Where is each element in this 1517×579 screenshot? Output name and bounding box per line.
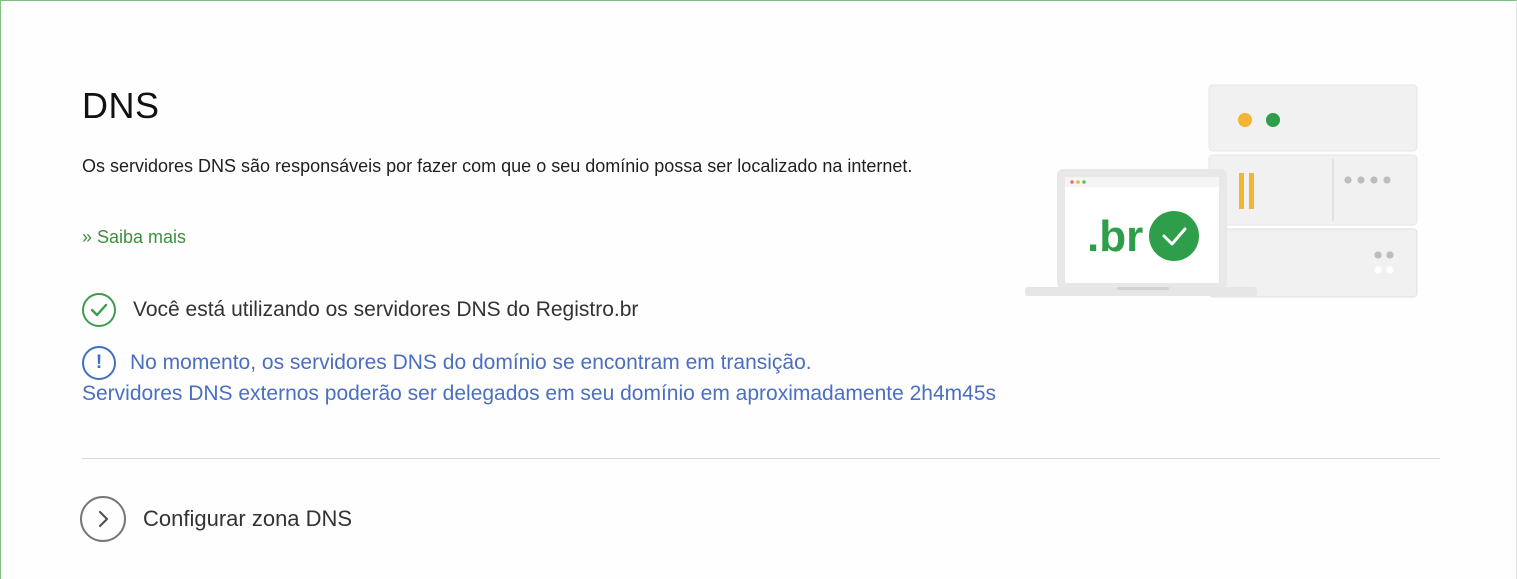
- br-screen-label: .br: [1087, 212, 1143, 261]
- learn-more-link[interactable]: » Saiba mais: [82, 227, 186, 248]
- status-transition-text: No momento, os servidores DNS do domínio…: [130, 351, 812, 374]
- check-circle-icon: [82, 293, 116, 327]
- section-divider: [82, 458, 1440, 459]
- dns-panel: DNS Os servidores DNS são responsáveis p…: [0, 0, 1517, 579]
- status-transition: ! No momento, os servidores DNS do domín…: [82, 346, 812, 380]
- dns-server-illustration: .br: [1021, 81, 1441, 306]
- configure-dns-zone-button[interactable]: Configurar zona DNS: [80, 496, 352, 542]
- configure-dns-zone-label: Configurar zona DNS: [143, 506, 353, 531]
- dns-description: Os servidores DNS são responsáveis por f…: [82, 156, 913, 176]
- status-transition-detail: Servidores DNS externos poderão ser dele…: [82, 382, 996, 405]
- status-using-registro: Você está utilizando os servidores DNS d…: [82, 293, 638, 327]
- status-using-registro-text: Você está utilizando os servidores DNS d…: [133, 298, 639, 321]
- chevron-right-icon: [80, 496, 126, 542]
- page-title: DNS: [82, 85, 160, 126]
- info-circle-icon: !: [82, 346, 116, 380]
